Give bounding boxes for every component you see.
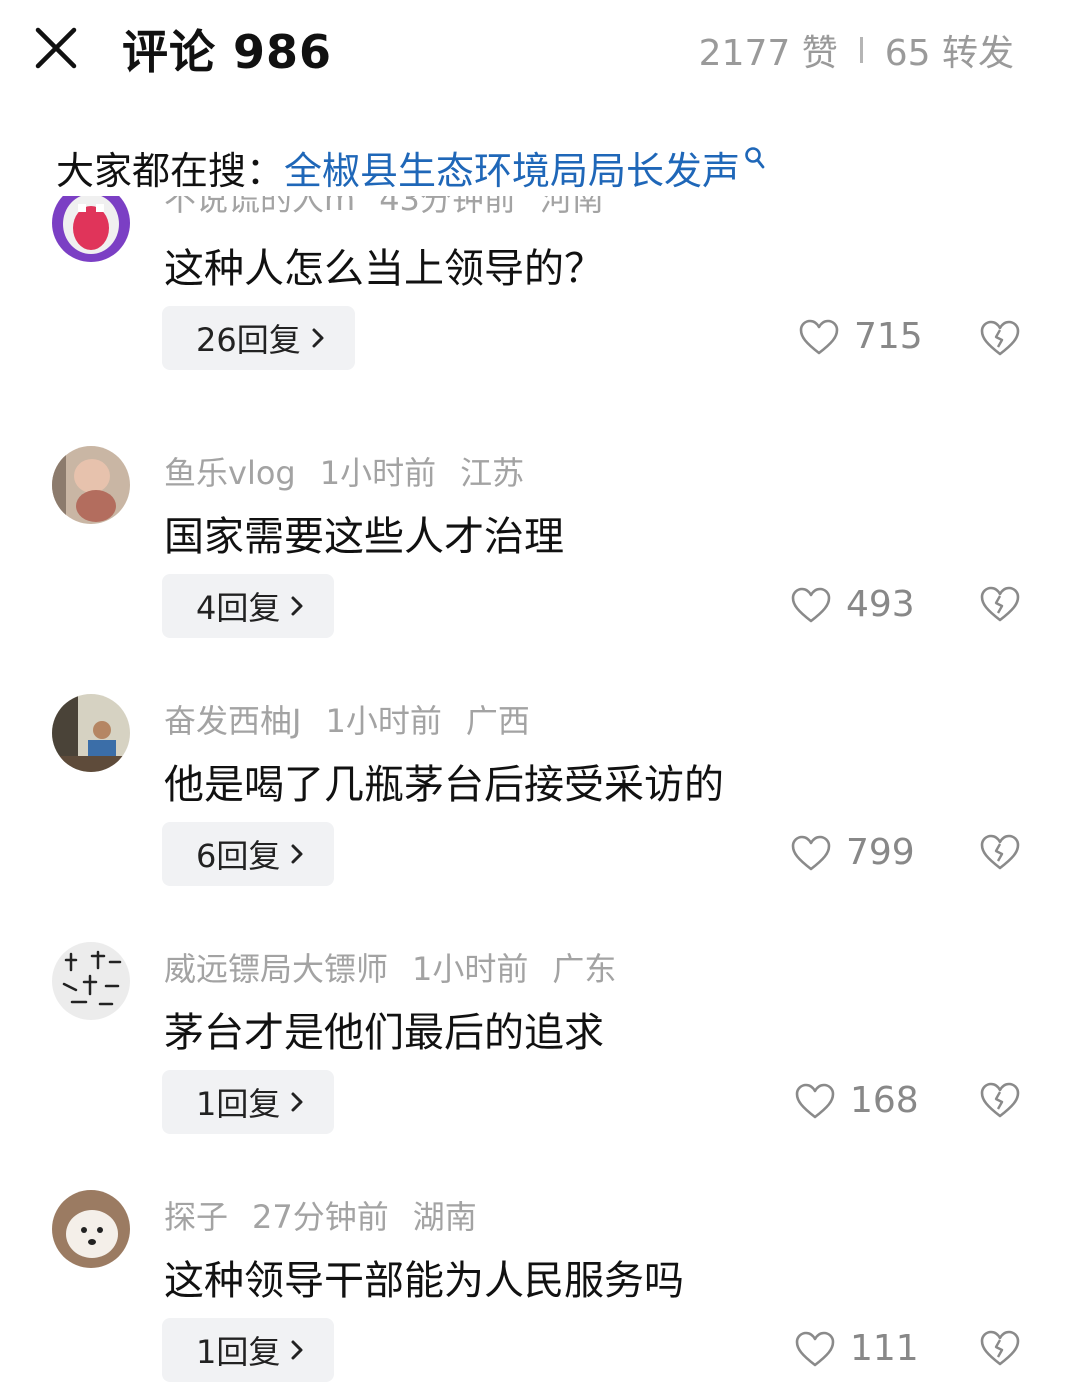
heart-outline-icon [795,1083,835,1118]
comment-username[interactable]: 威远镖局大镖师 [164,950,388,988]
like-button[interactable]: 715 [798,316,923,357]
comment-text: 国家需要这些人才治理 [164,514,564,560]
avatar[interactable] [52,196,130,262]
comment-username[interactable]: 奋发西柚J [164,702,301,740]
comment-time: 43分钟前 [379,196,516,218]
shares-count: 65 转发 [884,33,1014,74]
comment-location: 广西 [465,702,530,740]
avatar[interactable] [52,942,130,1020]
comment-item: 不说谎的人m 43分钟前 河南 这种人怎么当上领导的？ 26回复 715 [0,196,1080,396]
comment-text: 茅台才是他们最后的追求 [164,1010,604,1056]
heart-outline-icon [791,835,831,870]
page-title: 评论 986 [122,25,333,79]
reply-count: 1回复 [196,1085,281,1123]
chevron-right-icon [291,1340,303,1360]
cartoon-avatar-icon [52,196,130,262]
avatar[interactable] [52,694,130,772]
comment-location: 河南 [539,196,604,218]
close-button[interactable] [34,26,78,70]
close-icon [35,27,77,69]
like-count: 799 [846,832,915,873]
broken-heart-icon [980,320,1020,356]
comment-location: 湖南 [412,1198,477,1236]
post-stats: 2177 赞 65 转发 [699,24,1014,76]
reply-count: 1回复 [196,1333,281,1371]
avatar[interactable] [52,446,130,524]
stats-divider [859,37,863,63]
like-count: 493 [846,584,915,625]
baby-photo-avatar-icon [52,446,130,524]
comment-time: 27分钟前 [252,1198,389,1236]
like-button[interactable]: 493 [790,584,915,625]
comments-header: 评论 986 2177 赞 65 转发 [0,0,1080,100]
comment-item: 鱼乐vlog 1小时前 江苏 国家需要这些人才治理 4回复 493 [0,446,1080,694]
comment-item: 奋发西柚J 1小时前 广西 他是喝了几瓶茅台后接受采访的 6回复 799 [0,694,1080,942]
comment-location: 广东 [552,950,617,988]
like-count: 168 [850,1080,919,1121]
reply-count: 4回复 [196,589,281,627]
dislike-button[interactable] [978,1080,1022,1124]
comment-username[interactable]: 探子 [164,1198,228,1236]
comment-time: 1小时前 [319,454,437,492]
dislike-button[interactable] [978,832,1022,876]
likes-count: 2177 赞 [698,33,838,74]
like-button[interactable]: 799 [790,832,915,873]
dislike-button[interactable] [978,318,1022,362]
like-count: 715 [854,316,923,357]
comment-meta: 奋发西柚J 1小时前 广西 [164,696,530,742]
search-icon [745,146,765,168]
reply-count: 6回复 [196,837,281,875]
calligraphy-avatar-icon [52,942,130,1020]
broken-heart-icon [980,1330,1020,1366]
view-replies-button[interactable]: 6回复 [162,822,335,886]
heart-outline-icon [791,587,831,622]
chevron-right-icon [291,596,303,616]
view-replies-button[interactable]: 4回复 [162,574,335,638]
comment-meta: 不说谎的人m 43分钟前 河南 [164,196,604,220]
comment-meta: 探子 27分钟前 湖南 [164,1192,477,1238]
dislike-button[interactable] [978,584,1022,628]
chevron-right-icon [291,1092,303,1112]
comment-text: 这种领导干部能为人民服务吗 [164,1258,684,1304]
chevron-right-icon [312,328,324,348]
comment-meta: 鱼乐vlog 1小时前 江苏 [164,448,524,494]
dislike-button[interactable] [978,1328,1022,1372]
comment-text: 这种人怎么当上领导的？ [164,246,604,292]
view-replies-button[interactable]: 26回复 [162,306,355,370]
heart-outline-icon [799,319,839,354]
broken-heart-icon [980,1082,1020,1118]
trending-query-link[interactable]: 全椒县生态环境局局长发声 [284,140,740,195]
chevron-right-icon [291,844,303,864]
trending-label: 大家都在搜： [56,149,285,193]
man-photo-avatar-icon [52,694,130,772]
comment-meta: 威远镖局大镖师 1小时前 广东 [164,944,616,990]
heart-outline-icon [795,1331,835,1366]
comment-item: 探子 27分钟前 湖南 这种领导干部能为人民服务吗 1回复 111 [0,1190,1080,1394]
comment-time: 1小时前 [325,702,442,740]
like-count: 111 [850,1328,919,1369]
comment-text: 他是喝了几瓶茅台后接受采访的 [164,762,724,808]
avatar[interactable] [52,1190,130,1268]
view-replies-button[interactable]: 1回复 [162,1318,335,1382]
comment-time: 1小时前 [412,950,529,988]
comment-item: 威远镖局大镖师 1小时前 广东 茅台才是他们最后的追求 1回复 168 [0,942,1080,1190]
trending-search: 大家都在搜： 全椒县生态环境局局长发声 [56,140,766,195]
like-button[interactable]: 111 [794,1328,919,1369]
comment-username[interactable]: 鱼乐vlog [164,454,296,492]
broken-heart-icon [980,834,1020,870]
like-button[interactable]: 168 [794,1080,919,1121]
comment-location: 江苏 [460,454,525,492]
dog-photo-avatar-icon [52,1190,130,1268]
comment-username[interactable]: 不说谎的人m [164,196,355,218]
view-replies-button[interactable]: 1回复 [162,1070,335,1134]
reply-count: 26回复 [196,321,301,359]
broken-heart-icon [980,586,1020,622]
